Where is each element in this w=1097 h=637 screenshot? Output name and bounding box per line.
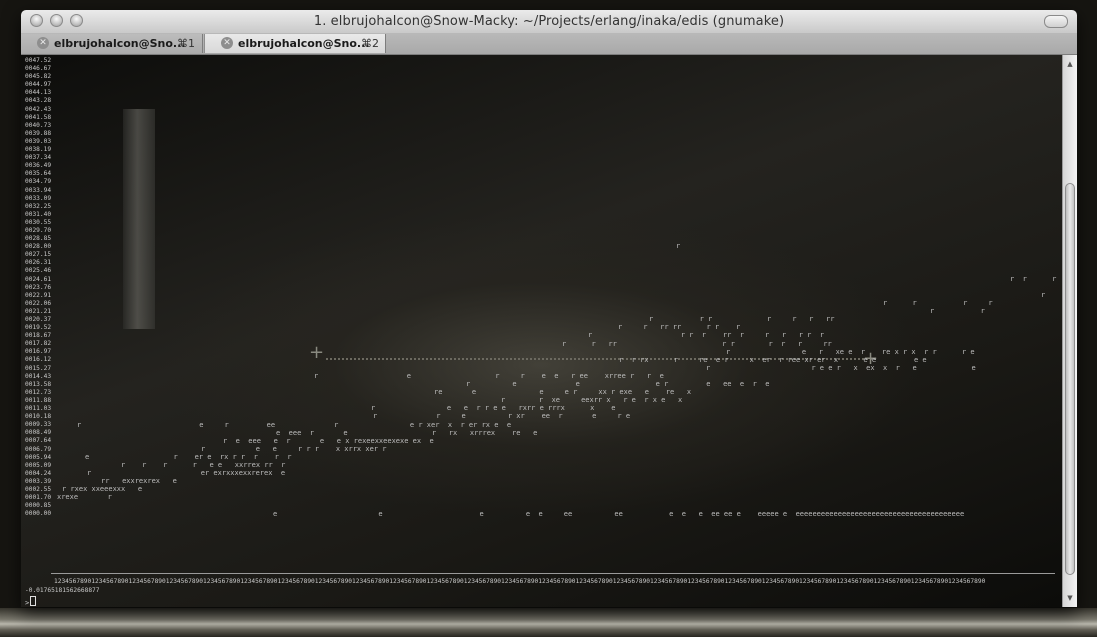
plot-row: r r xe eexrr x r e r x e x xyxy=(501,396,683,405)
plot-row: r r r r xyxy=(883,299,993,307)
text-cursor xyxy=(30,596,37,606)
prompt-symbol: > xyxy=(25,599,30,607)
plot-row: r r rr rr r r r xyxy=(618,323,741,332)
scroll-thumb[interactable] xyxy=(1065,183,1075,575)
plot-row: r r r r e e xxrrex rr r xyxy=(121,461,286,469)
x-axis-line xyxy=(51,573,1055,574)
plot-row: r r r xyxy=(1010,274,1057,283)
scroll-up-icon[interactable]: ▲ xyxy=(1065,59,1075,69)
scroll-down-icon[interactable]: ▼ xyxy=(1065,593,1075,603)
terminal-content[interactable]: + + 0047.52 0046.67 0045.82 0044.97 0044.13 0… xyxy=(21,55,1062,607)
plot-row: e e e e e ee ee e e e ee ee e eeeee e ee… xyxy=(273,509,965,518)
plot-row: re e e e r xx r exe e re x xyxy=(434,388,692,397)
plot-row: r r r r rr r r r r r r xyxy=(588,331,825,340)
plot-row: r xyxy=(676,242,681,251)
title-bar[interactable]: 1. elbrujohalcon@Snow-Macky: ~/Projects/… xyxy=(21,10,1077,34)
plot-row: r e e r r r x xrrx xer r xyxy=(201,444,387,453)
ascii-plot: rr r rr rr r r rr rr r r r r r rrr r rr … xyxy=(21,55,1062,607)
terminal-window: 1. elbrujohalcon@Snow-Macky: ~/Projects/… xyxy=(21,10,1077,607)
tab-shortcut: ⌘2 xyxy=(361,37,379,50)
plot-row: xrexe r xyxy=(57,493,112,502)
toolbar-toggle-button[interactable] xyxy=(1044,15,1068,28)
plot-row: r e e r r e e rxrr e rrrx x e xyxy=(371,404,616,413)
vertical-scrollbar[interactable]: ▲ ▼ xyxy=(1062,55,1077,607)
plot-row: r r rx r re e r x er r ree xr er x e e e… xyxy=(619,355,927,364)
plot-row: r r xyxy=(930,307,985,316)
plot-row: r r rr r r r r r rr xyxy=(562,339,832,348)
plot-row: r r xyxy=(1041,290,1046,299)
tab-2[interactable]: ✕ elbrujohalcon@Sno... ⌘2 xyxy=(204,34,386,53)
tab-close-icon[interactable]: ✕ xyxy=(221,37,233,49)
plot-row: r er exrxxxexxrerex e xyxy=(87,469,286,478)
plot-row: r e e e r e ee e r e xyxy=(466,380,770,388)
output-value: -0.01765181562668877 xyxy=(25,587,100,594)
x-axis-digits: 1234567890123456789012345678901234567890… xyxy=(54,578,986,585)
plot-row: r rxex xxeeexxx e xyxy=(62,485,143,494)
tab-shortcut: ⌘1 xyxy=(177,37,195,50)
desktop-image-strip xyxy=(0,608,1097,637)
plot-row: r e r r e e r ee xrree r r e xyxy=(314,371,664,380)
plot-row: r r r r r r rr xyxy=(649,315,835,324)
tab-label: elbrujohalcon@Sno... xyxy=(54,37,186,50)
window-title: 1. elbrujohalcon@Snow-Macky: ~/Projects/… xyxy=(313,14,785,29)
tab-bar: ✕ elbrujohalcon@Sno... ⌘1 ✕ elbrujohalco… xyxy=(21,33,1077,55)
plot-row: r e eee e r e e x rexeexxeexexe ex e xyxy=(223,436,434,445)
plot-row: r r e r xr ee r e r e xyxy=(373,412,631,421)
plot-row: rr exxrexrex e xyxy=(101,477,177,486)
shell-prompt[interactable]: > xyxy=(25,596,37,607)
tab-1[interactable]: ✕ elbrujohalcon@Sno... ⌘1 xyxy=(21,34,203,53)
plot-row: e r er e rx r r r r r xyxy=(85,452,292,461)
tab-close-icon[interactable]: ✕ xyxy=(37,37,49,49)
tab-label: elbrujohalcon@Sno... xyxy=(238,37,370,50)
plot-row: r e r xe e r re x r x r r r e xyxy=(726,347,975,356)
plot-row: e eee r e r rx xrrrex re e xyxy=(276,428,538,437)
desktop-glyph xyxy=(356,0,396,8)
plot-row: r e r ee r e r xer x r er rx e e xyxy=(77,420,512,429)
plot-row: r r e e r x ex x r e e xyxy=(706,363,976,372)
